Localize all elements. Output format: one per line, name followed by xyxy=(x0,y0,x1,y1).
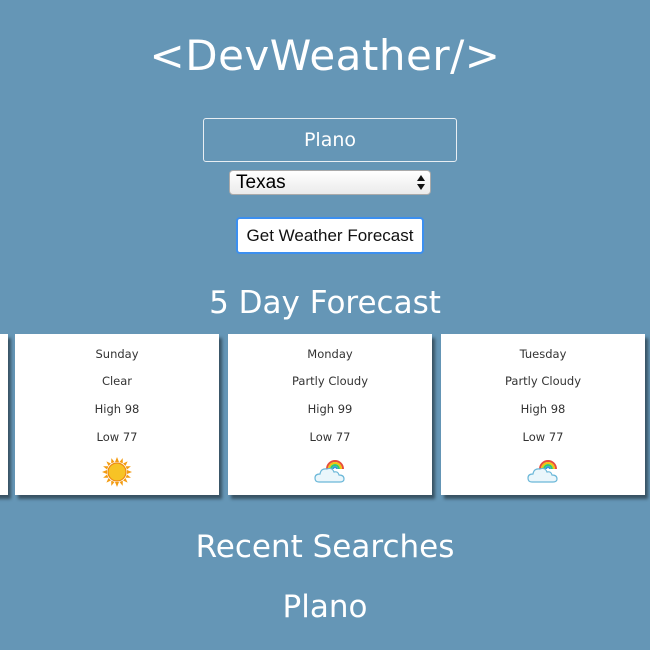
partly-cloudy-icon xyxy=(527,460,558,483)
partly-cloudy-icon xyxy=(314,460,345,483)
forecast-high: High 98 xyxy=(520,402,566,416)
forecast-card: Monday Partly Cloudy High 99 Low 77 xyxy=(228,334,432,495)
select-arrows-icon xyxy=(417,175,425,190)
app-title: <DevWeather/> xyxy=(149,31,501,80)
city-input[interactable] xyxy=(203,118,457,162)
forecast-condition: Clear xyxy=(101,374,133,388)
get-forecast-button[interactable]: Get Weather Forecast xyxy=(236,217,424,254)
forecast-high: High 98 xyxy=(94,402,140,416)
state-select[interactable]: Texas xyxy=(229,170,431,195)
forecast-card: Tuesday Partly Cloudy High 98 Low 77 xyxy=(441,334,645,495)
state-select-value: Texas xyxy=(236,172,286,193)
forecast-low: Low 77 xyxy=(309,430,351,444)
recent-search-item[interactable]: Plano xyxy=(0,586,650,628)
forecast-card: Sunday Clear High 98 Low 77 xyxy=(15,334,219,495)
forecast-condition: Partly Cloudy xyxy=(504,374,581,388)
forecast-low: Low 77 xyxy=(96,430,138,444)
recent-searches-heading: Recent Searches xyxy=(195,529,455,565)
forecast-day: Sunday xyxy=(95,347,139,361)
forecast-heading: 5 Day Forecast xyxy=(209,285,441,321)
page: <DevWeather/> Texas Get Weather Forecast… xyxy=(0,0,650,650)
forecast-condition: Partly Cloudy xyxy=(291,374,368,388)
forecast-low: Low 77 xyxy=(522,430,564,444)
forecast-card-partial xyxy=(0,334,8,495)
forecast-high: High 99 xyxy=(307,402,353,416)
sun-icon xyxy=(102,457,132,487)
forecast-day: Monday xyxy=(307,347,353,361)
forecast-day: Tuesday xyxy=(519,347,567,361)
